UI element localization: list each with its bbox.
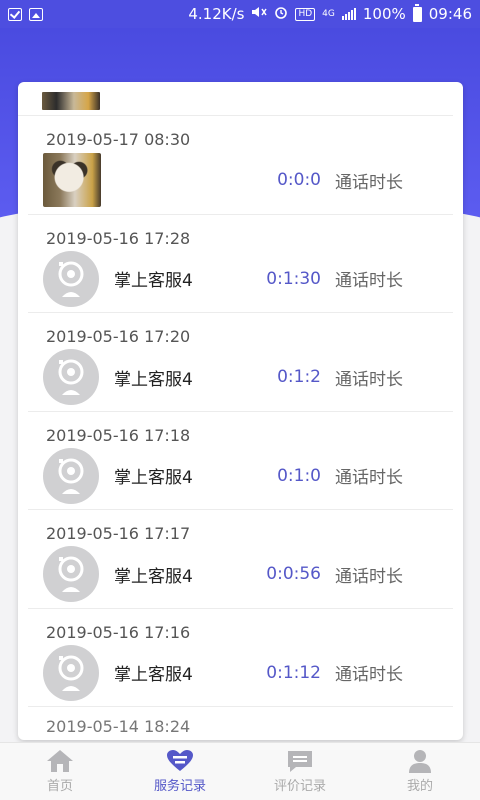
agent-name: 掌上客服4 bbox=[114, 369, 193, 390]
record-time: 2019-05-16 17:16 bbox=[46, 622, 191, 642]
default-avatar-icon bbox=[43, 644, 99, 701]
nav-service-records[interactable]: 服务记录 bbox=[120, 743, 240, 800]
status-bar: 4.12K/s HD 4G 100% 09:46 bbox=[0, 0, 480, 28]
call-duration-label: 通话时长 bbox=[335, 665, 403, 685]
user-icon bbox=[406, 747, 434, 775]
clock: 09:46 bbox=[428, 5, 472, 23]
record-item[interactable]: 2019-05-16 17:17 掌上客服4 0:0:56 通话时长 bbox=[28, 510, 453, 609]
network-type: 4G bbox=[322, 8, 335, 19]
image-notification-icon bbox=[29, 7, 43, 21]
record-item[interactable]: 2019-05-16 17:28 掌上客服4 0:1:30 通话时长 bbox=[28, 215, 453, 313]
call-duration: 0:1:12 bbox=[266, 662, 321, 683]
battery-icon bbox=[412, 3, 422, 22]
status-left bbox=[8, 7, 43, 21]
record-item[interactable]: 2019-05-16 17:16 掌上客服4 0:1:12 通话时长 bbox=[28, 609, 453, 707]
mute-icon bbox=[251, 5, 268, 23]
default-avatar-icon bbox=[43, 349, 99, 405]
default-avatar-icon bbox=[43, 250, 99, 307]
record-time: 2019-05-16 17:18 bbox=[46, 425, 191, 445]
call-duration-label: 通话时长 bbox=[335, 566, 403, 587]
call-duration-label: 通话时长 bbox=[335, 271, 403, 291]
default-avatar-icon bbox=[43, 447, 99, 504]
nav-review-records-label: 评价记录 bbox=[273, 779, 326, 794]
network-speed: 4.12K/s bbox=[188, 5, 245, 23]
user-photo-avatar bbox=[43, 153, 101, 207]
nav-home[interactable]: 首页 bbox=[0, 743, 120, 800]
call-duration-label: 通话时长 bbox=[335, 172, 403, 193]
partial-record-top bbox=[18, 82, 453, 116]
record-time: 2019-05-16 17:28 bbox=[46, 228, 191, 248]
record-time: 2019-05-16 17:20 bbox=[46, 327, 191, 346]
message-icon bbox=[286, 747, 314, 775]
nav-mine[interactable]: 我的 bbox=[360, 743, 480, 800]
agent-name: 掌上客服4 bbox=[114, 271, 193, 291]
agent-name: 掌上客服4 bbox=[114, 665, 193, 685]
agent-name: 掌上客服4 bbox=[114, 566, 193, 587]
call-duration: 0:1:30 bbox=[266, 268, 321, 289]
record-item[interactable]: 2019-05-17 08:30 0:0:0 通话时长 bbox=[28, 116, 453, 215]
nav-home-label: 首页 bbox=[46, 779, 73, 794]
home-icon bbox=[46, 747, 74, 775]
agent-name: 掌上客服4 bbox=[114, 468, 193, 488]
record-time: 2019-05-16 17:17 bbox=[46, 524, 191, 543]
battery-percent: 100% bbox=[362, 5, 406, 23]
service-records-card[interactable]: 2019-05-17 08:30 0:0:0 通话时长 2019-05-16 1… bbox=[18, 82, 463, 740]
hd-badge: HD bbox=[295, 7, 316, 21]
record-time: 2019-05-17 08:30 bbox=[46, 130, 191, 149]
alarm-icon bbox=[274, 5, 288, 23]
service-heart-icon bbox=[166, 747, 194, 775]
signal-icon bbox=[341, 8, 356, 20]
bottom-nav: 首页 服务记录 评价记录 我的 bbox=[0, 742, 480, 800]
call-duration-label: 通话时长 bbox=[335, 468, 403, 488]
photo-thumbnail bbox=[42, 92, 100, 110]
call-duration-label: 通话时长 bbox=[335, 369, 403, 390]
record-item[interactable]: 2019-05-16 17:20 掌上客服4 0:1:2 通话时长 bbox=[28, 313, 453, 412]
call-duration: 0:0:56 bbox=[266, 564, 321, 584]
call-duration: 0:1:2 bbox=[277, 367, 321, 387]
default-avatar-icon bbox=[43, 546, 99, 602]
nav-review-records[interactable]: 评价记录 bbox=[240, 743, 360, 800]
status-right: 4.12K/s HD 4G 100% 09:46 bbox=[188, 3, 472, 23]
call-duration: 0:0:0 bbox=[277, 170, 321, 190]
checkbox-notification-icon bbox=[8, 7, 22, 21]
nav-mine-label: 我的 bbox=[406, 779, 433, 794]
partial-record-time: 2019-05-14 18:24 bbox=[46, 717, 191, 736]
call-duration: 0:1:0 bbox=[277, 465, 321, 486]
record-item[interactable]: 2019-05-16 17:18 掌上客服4 0:1:0 通话时长 bbox=[28, 412, 453, 510]
nav-service-records-label: 服务记录 bbox=[153, 779, 206, 794]
